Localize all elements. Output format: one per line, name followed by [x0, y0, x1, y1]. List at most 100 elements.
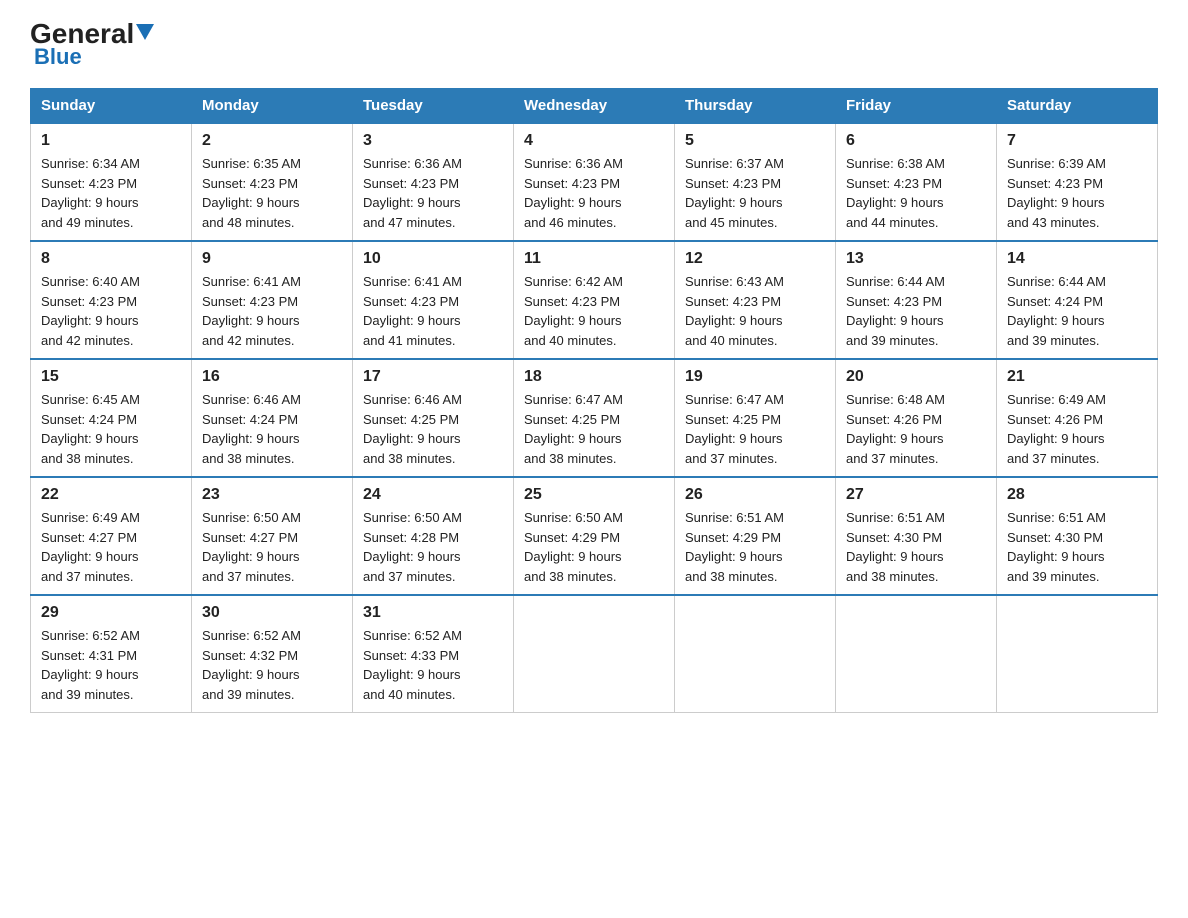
day-number: 28: [1007, 486, 1147, 504]
day-info: Sunrise: 6:44 AM Sunset: 4:24 PM Dayligh…: [1007, 272, 1147, 350]
day-number: 18: [524, 368, 664, 386]
day-number: 3: [363, 132, 503, 150]
day-number: 29: [41, 604, 181, 622]
page-header: General Blue: [30, 20, 1158, 70]
calendar-day-29: 29 Sunrise: 6:52 AM Sunset: 4:31 PM Dayl…: [31, 595, 192, 713]
day-number: 16: [202, 368, 342, 386]
day-info: Sunrise: 6:51 AM Sunset: 4:30 PM Dayligh…: [1007, 508, 1147, 586]
weekday-header-tuesday: Tuesday: [353, 89, 514, 124]
day-number: 14: [1007, 250, 1147, 268]
day-number: 19: [685, 368, 825, 386]
calendar-day-17: 17 Sunrise: 6:46 AM Sunset: 4:25 PM Dayl…: [353, 359, 514, 477]
calendar-day-13: 13 Sunrise: 6:44 AM Sunset: 4:23 PM Dayl…: [836, 241, 997, 359]
weekday-header-row: SundayMondayTuesdayWednesdayThursdayFrid…: [31, 89, 1158, 124]
calendar-day-10: 10 Sunrise: 6:41 AM Sunset: 4:23 PM Dayl…: [353, 241, 514, 359]
day-number: 11: [524, 250, 664, 268]
day-info: Sunrise: 6:48 AM Sunset: 4:26 PM Dayligh…: [846, 390, 986, 468]
weekday-header-friday: Friday: [836, 89, 997, 124]
day-number: 7: [1007, 132, 1147, 150]
calendar-week-row: 8 Sunrise: 6:40 AM Sunset: 4:23 PM Dayli…: [31, 241, 1158, 359]
day-info: Sunrise: 6:41 AM Sunset: 4:23 PM Dayligh…: [202, 272, 342, 350]
logo-blue: Blue: [34, 44, 82, 70]
calendar-day-24: 24 Sunrise: 6:50 AM Sunset: 4:28 PM Dayl…: [353, 477, 514, 595]
day-info: Sunrise: 6:50 AM Sunset: 4:28 PM Dayligh…: [363, 508, 503, 586]
calendar-day-31: 31 Sunrise: 6:52 AM Sunset: 4:33 PM Dayl…: [353, 595, 514, 713]
day-info: Sunrise: 6:44 AM Sunset: 4:23 PM Dayligh…: [846, 272, 986, 350]
calendar-day-15: 15 Sunrise: 6:45 AM Sunset: 4:24 PM Dayl…: [31, 359, 192, 477]
logo: General Blue: [30, 20, 154, 70]
weekday-header-saturday: Saturday: [997, 89, 1158, 124]
calendar-day-14: 14 Sunrise: 6:44 AM Sunset: 4:24 PM Dayl…: [997, 241, 1158, 359]
calendar-table: SundayMondayTuesdayWednesdayThursdayFrid…: [30, 88, 1158, 713]
calendar-day-22: 22 Sunrise: 6:49 AM Sunset: 4:27 PM Dayl…: [31, 477, 192, 595]
day-info: Sunrise: 6:47 AM Sunset: 4:25 PM Dayligh…: [524, 390, 664, 468]
day-number: 24: [363, 486, 503, 504]
calendar-day-19: 19 Sunrise: 6:47 AM Sunset: 4:25 PM Dayl…: [675, 359, 836, 477]
day-info: Sunrise: 6:52 AM Sunset: 4:31 PM Dayligh…: [41, 626, 181, 704]
day-info: Sunrise: 6:40 AM Sunset: 4:23 PM Dayligh…: [41, 272, 181, 350]
day-info: Sunrise: 6:52 AM Sunset: 4:33 PM Dayligh…: [363, 626, 503, 704]
day-number: 21: [1007, 368, 1147, 386]
calendar-day-12: 12 Sunrise: 6:43 AM Sunset: 4:23 PM Dayl…: [675, 241, 836, 359]
day-info: Sunrise: 6:45 AM Sunset: 4:24 PM Dayligh…: [41, 390, 181, 468]
day-number: 13: [846, 250, 986, 268]
day-number: 17: [363, 368, 503, 386]
day-info: Sunrise: 6:47 AM Sunset: 4:25 PM Dayligh…: [685, 390, 825, 468]
calendar-day-4: 4 Sunrise: 6:36 AM Sunset: 4:23 PM Dayli…: [514, 123, 675, 241]
day-number: 27: [846, 486, 986, 504]
calendar-day-1: 1 Sunrise: 6:34 AM Sunset: 4:23 PM Dayli…: [31, 123, 192, 241]
calendar-day-5: 5 Sunrise: 6:37 AM Sunset: 4:23 PM Dayli…: [675, 123, 836, 241]
calendar-day-27: 27 Sunrise: 6:51 AM Sunset: 4:30 PM Dayl…: [836, 477, 997, 595]
day-info: Sunrise: 6:43 AM Sunset: 4:23 PM Dayligh…: [685, 272, 825, 350]
day-info: Sunrise: 6:39 AM Sunset: 4:23 PM Dayligh…: [1007, 154, 1147, 232]
day-info: Sunrise: 6:46 AM Sunset: 4:25 PM Dayligh…: [363, 390, 503, 468]
day-number: 31: [363, 604, 503, 622]
day-number: 22: [41, 486, 181, 504]
day-number: 15: [41, 368, 181, 386]
logo-triangle-icon: [136, 24, 154, 40]
day-number: 25: [524, 486, 664, 504]
calendar-day-25: 25 Sunrise: 6:50 AM Sunset: 4:29 PM Dayl…: [514, 477, 675, 595]
day-info: Sunrise: 6:36 AM Sunset: 4:23 PM Dayligh…: [524, 154, 664, 232]
day-number: 4: [524, 132, 664, 150]
day-info: Sunrise: 6:42 AM Sunset: 4:23 PM Dayligh…: [524, 272, 664, 350]
calendar-day-18: 18 Sunrise: 6:47 AM Sunset: 4:25 PM Dayl…: [514, 359, 675, 477]
weekday-header-wednesday: Wednesday: [514, 89, 675, 124]
calendar-day-28: 28 Sunrise: 6:51 AM Sunset: 4:30 PM Dayl…: [997, 477, 1158, 595]
day-info: Sunrise: 6:38 AM Sunset: 4:23 PM Dayligh…: [846, 154, 986, 232]
day-number: 2: [202, 132, 342, 150]
calendar-day-9: 9 Sunrise: 6:41 AM Sunset: 4:23 PM Dayli…: [192, 241, 353, 359]
weekday-header-thursday: Thursday: [675, 89, 836, 124]
day-number: 10: [363, 250, 503, 268]
calendar-day-11: 11 Sunrise: 6:42 AM Sunset: 4:23 PM Dayl…: [514, 241, 675, 359]
day-number: 9: [202, 250, 342, 268]
calendar-day-empty: [675, 595, 836, 713]
calendar-day-2: 2 Sunrise: 6:35 AM Sunset: 4:23 PM Dayli…: [192, 123, 353, 241]
calendar-week-row: 1 Sunrise: 6:34 AM Sunset: 4:23 PM Dayli…: [31, 123, 1158, 241]
day-info: Sunrise: 6:34 AM Sunset: 4:23 PM Dayligh…: [41, 154, 181, 232]
day-info: Sunrise: 6:37 AM Sunset: 4:23 PM Dayligh…: [685, 154, 825, 232]
calendar-day-21: 21 Sunrise: 6:49 AM Sunset: 4:26 PM Dayl…: [997, 359, 1158, 477]
day-info: Sunrise: 6:41 AM Sunset: 4:23 PM Dayligh…: [363, 272, 503, 350]
day-number: 26: [685, 486, 825, 504]
day-info: Sunrise: 6:50 AM Sunset: 4:29 PM Dayligh…: [524, 508, 664, 586]
calendar-day-3: 3 Sunrise: 6:36 AM Sunset: 4:23 PM Dayli…: [353, 123, 514, 241]
day-number: 20: [846, 368, 986, 386]
day-number: 12: [685, 250, 825, 268]
day-number: 23: [202, 486, 342, 504]
calendar-week-row: 15 Sunrise: 6:45 AM Sunset: 4:24 PM Dayl…: [31, 359, 1158, 477]
calendar-day-8: 8 Sunrise: 6:40 AM Sunset: 4:23 PM Dayli…: [31, 241, 192, 359]
day-number: 8: [41, 250, 181, 268]
weekday-header-sunday: Sunday: [31, 89, 192, 124]
day-info: Sunrise: 6:51 AM Sunset: 4:29 PM Dayligh…: [685, 508, 825, 586]
day-number: 30: [202, 604, 342, 622]
calendar-day-7: 7 Sunrise: 6:39 AM Sunset: 4:23 PM Dayli…: [997, 123, 1158, 241]
day-info: Sunrise: 6:51 AM Sunset: 4:30 PM Dayligh…: [846, 508, 986, 586]
calendar-day-20: 20 Sunrise: 6:48 AM Sunset: 4:26 PM Dayl…: [836, 359, 997, 477]
calendar-day-6: 6 Sunrise: 6:38 AM Sunset: 4:23 PM Dayli…: [836, 123, 997, 241]
calendar-week-row: 22 Sunrise: 6:49 AM Sunset: 4:27 PM Dayl…: [31, 477, 1158, 595]
day-info: Sunrise: 6:46 AM Sunset: 4:24 PM Dayligh…: [202, 390, 342, 468]
day-info: Sunrise: 6:50 AM Sunset: 4:27 PM Dayligh…: [202, 508, 342, 586]
day-number: 1: [41, 132, 181, 150]
day-number: 6: [846, 132, 986, 150]
